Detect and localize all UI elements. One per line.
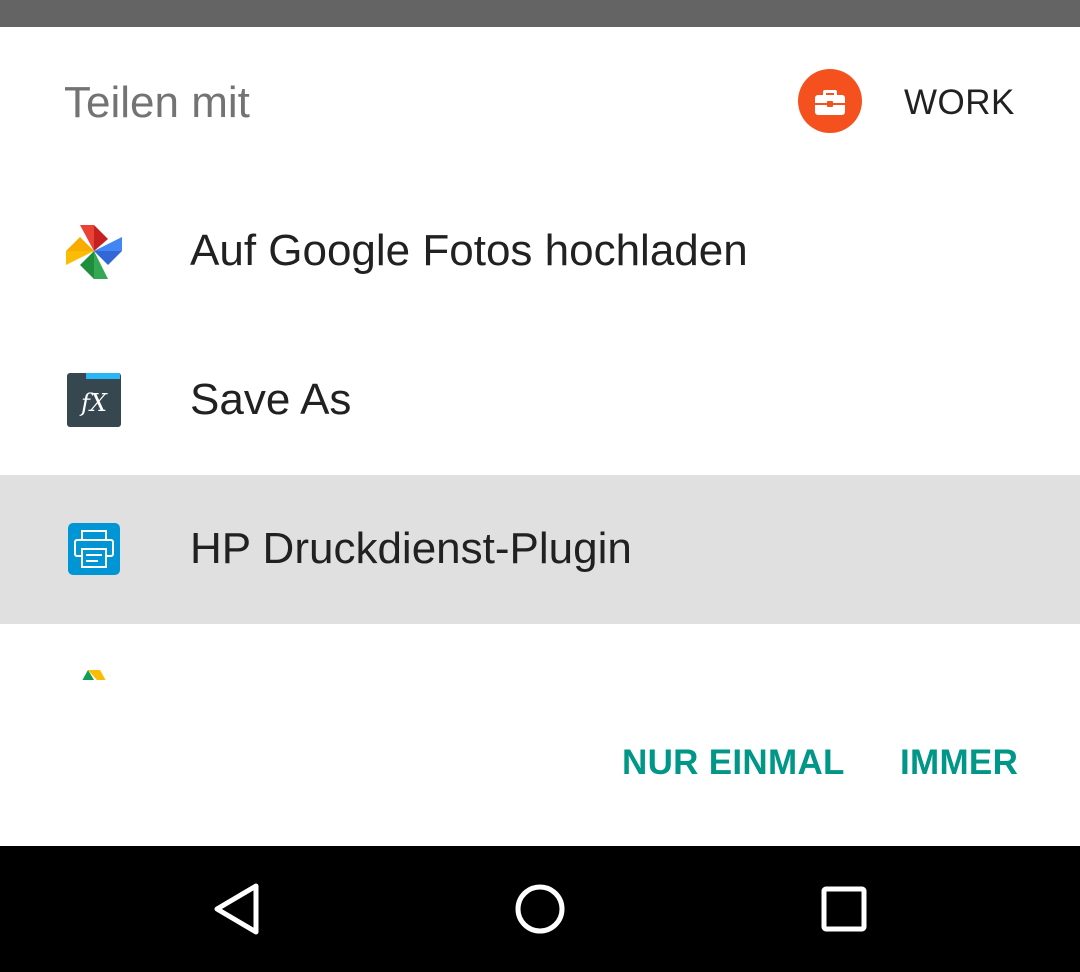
just-once-button[interactable]: NUR EINMAL <box>622 741 845 785</box>
work-profile-tab[interactable]: WORK <box>904 83 1015 123</box>
home-icon[interactable] <box>510 879 570 939</box>
dialog-actions: NUR EINMAL IMMER <box>0 727 1080 807</box>
svg-text:fX: fX <box>79 389 108 417</box>
list-item-google-drive[interactable] <box>0 624 1080 680</box>
google-drive-icon <box>82 670 106 680</box>
navigation-bar <box>0 846 1080 972</box>
briefcase-icon[interactable] <box>798 69 862 133</box>
hp-print-service-icon <box>68 523 120 575</box>
app-list: Auf Google Fotos hochladen fX Save As HP… <box>0 177 1080 680</box>
dialog-header: Teilen mit WORK <box>0 27 1080 177</box>
back-icon[interactable] <box>208 879 268 939</box>
status-bar-dim <box>0 0 1080 27</box>
list-item-label: Save As <box>190 375 352 424</box>
always-button[interactable]: IMMER <box>900 741 1018 785</box>
dialog-title: Teilen mit <box>64 78 250 127</box>
list-item-label: Auf Google Fotos hochladen <box>190 226 748 275</box>
recents-icon[interactable] <box>814 879 874 939</box>
list-item-hp-print[interactable]: HP Druckdienst-Plugin <box>0 475 1080 624</box>
list-item-google-photos[interactable]: Auf Google Fotos hochladen <box>0 177 1080 326</box>
google-photos-icon <box>66 225 122 279</box>
share-dialog: Teilen mit WORK Auf Google Fotos hochlad… <box>0 27 1080 846</box>
fx-file-explorer-icon: fX <box>67 373 121 427</box>
list-item-label: HP Druckdienst-Plugin <box>190 524 632 573</box>
list-item-save-as[interactable]: fX Save As <box>0 326 1080 475</box>
